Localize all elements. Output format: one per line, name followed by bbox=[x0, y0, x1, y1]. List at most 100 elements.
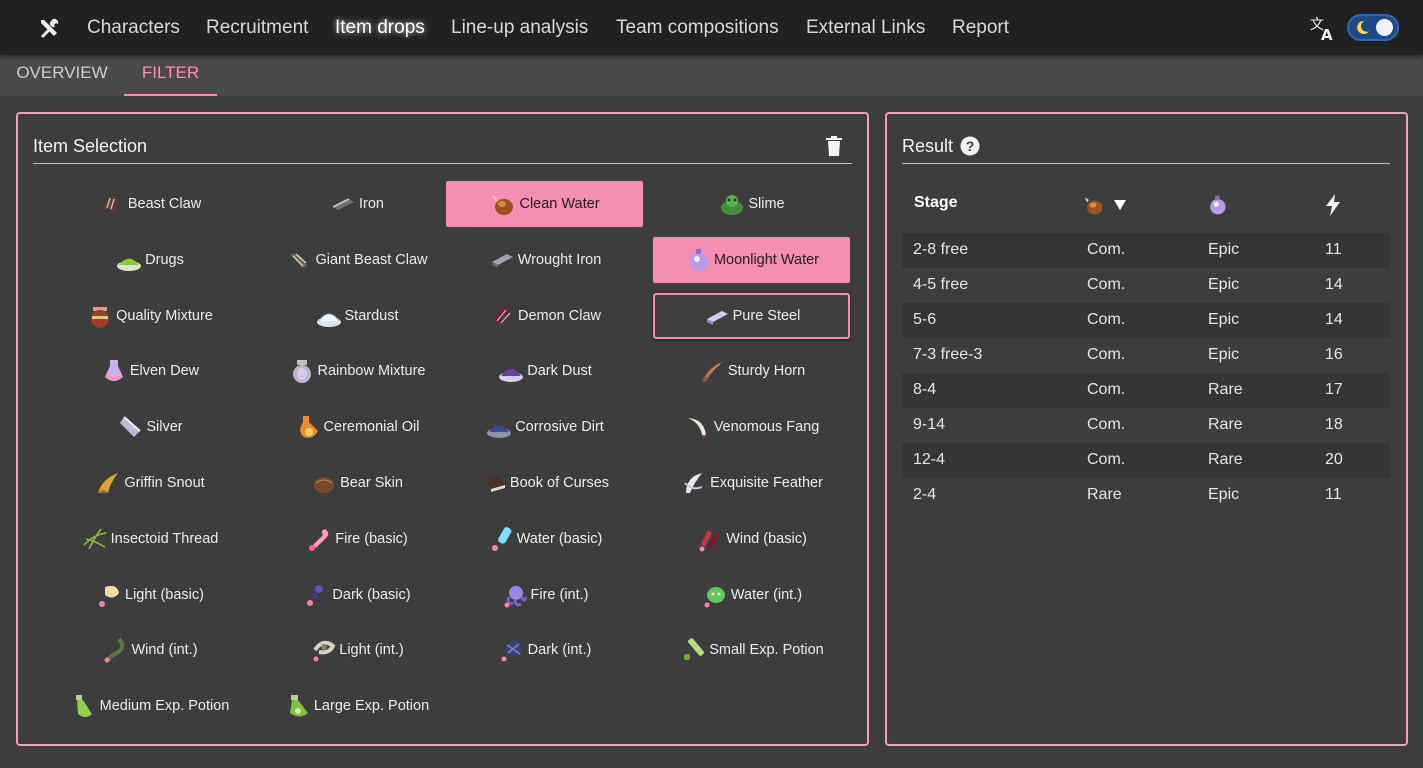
item-quality-mixture[interactable]: Quality Mixture bbox=[51, 293, 248, 339]
item-label: Fire (basic) bbox=[335, 530, 408, 547]
item-dark-basic[interactable]: Dark (basic) bbox=[258, 572, 455, 618]
item-bear-skin[interactable]: Bear Skin bbox=[258, 460, 455, 506]
wind-int-icon bbox=[104, 638, 125, 664]
item-ceremonial-oil[interactable]: Ceremonial Oil bbox=[258, 404, 455, 450]
top-nav-bar: Characters Recruitment Item drops Line-u… bbox=[0, 0, 1423, 55]
item-light-basic[interactable]: Light (basic) bbox=[51, 572, 248, 618]
item-book-of-curses[interactable]: Book of Curses bbox=[446, 460, 643, 506]
elven-dew-icon bbox=[104, 360, 123, 382]
item-demon-claw[interactable]: Demon Claw bbox=[446, 293, 643, 339]
nav-line-up-analysis[interactable]: Line-up analysis bbox=[451, 0, 588, 55]
item-slime[interactable]: Slime bbox=[653, 181, 850, 227]
moon-icon bbox=[1357, 20, 1370, 35]
column-header-stage[interactable]: Stage bbox=[914, 194, 958, 212]
item-dark-dust[interactable]: Dark Dust bbox=[446, 348, 643, 394]
item-rainbow-mixture[interactable]: Rainbow Mixture bbox=[258, 348, 455, 394]
item-wrought-iron[interactable]: Wrought Iron bbox=[446, 237, 643, 283]
dark-dust-icon bbox=[499, 369, 524, 383]
theme-toggle[interactable] bbox=[1347, 14, 1399, 41]
sort-descending-icon[interactable] bbox=[1113, 198, 1127, 212]
item-label: Light (basic) bbox=[125, 586, 204, 603]
moonlight-water-icon[interactable] bbox=[1205, 193, 1229, 217]
item-corrosive-dirt[interactable]: Corrosive Dirt bbox=[446, 404, 643, 450]
item-fire-basic[interactable]: Fire (basic) bbox=[258, 516, 455, 562]
giant-beast-claw-icon bbox=[290, 253, 308, 268]
cell-ap: 11 bbox=[1325, 486, 1342, 503]
cell-stage: 7-3 free-3 bbox=[913, 346, 983, 363]
item-elven-dew[interactable]: Elven Dew bbox=[51, 348, 248, 394]
help-icon[interactable]: ? bbox=[960, 136, 980, 156]
slime-icon bbox=[721, 195, 744, 215]
item-label: Large Exp. Potion bbox=[313, 698, 430, 715]
nav-team-compositions[interactable]: Team compositions bbox=[616, 0, 779, 55]
nav-report[interactable]: Report bbox=[952, 0, 1009, 55]
nav-item-drops[interactable]: Item drops bbox=[335, 0, 425, 55]
fire-int-icon bbox=[504, 585, 527, 608]
pure-steel-icon bbox=[706, 310, 728, 325]
item-pure-steel[interactable]: Pure Steel bbox=[653, 292, 850, 339]
light-basic-icon bbox=[99, 585, 119, 607]
item-selection-divider bbox=[33, 163, 852, 164]
clean-water-icon[interactable] bbox=[1082, 193, 1106, 217]
item-wind-int[interactable]: Wind (int.) bbox=[51, 627, 248, 673]
table-row[interactable]: 4-5 free Com. Epic 14 bbox=[902, 268, 1390, 303]
item-water-basic[interactable]: Water (basic) bbox=[446, 516, 643, 562]
trash-icon[interactable] bbox=[825, 136, 843, 156]
table-row[interactable]: 2-8 free Com. Epic 11 bbox=[902, 233, 1390, 268]
item-medium-exp-potion[interactable]: Medium Exp. Potion bbox=[51, 683, 248, 729]
translate-icon[interactable]: 文 A bbox=[1309, 14, 1337, 42]
item-exquisite-feather[interactable]: Exquisite Feather bbox=[653, 460, 850, 506]
item-giant-beast-claw[interactable]: Giant Beast Claw bbox=[258, 237, 455, 283]
cell-ap: 20 bbox=[1325, 451, 1343, 468]
table-row[interactable]: 9-14 Com. Rare 18 bbox=[902, 408, 1390, 443]
light-int-icon bbox=[313, 641, 336, 662]
nav-external-links[interactable]: External Links bbox=[806, 0, 925, 55]
item-label: Rainbow Mixture bbox=[317, 363, 426, 380]
iron-icon bbox=[332, 198, 354, 210]
item-label: Wind (int.) bbox=[131, 642, 198, 659]
item-insectoid-thread[interactable]: Insectoid Thread bbox=[51, 516, 248, 562]
item-venomous-fang[interactable]: Venomous Fang bbox=[653, 404, 850, 450]
moonlight-water-icon bbox=[689, 248, 708, 271]
lightning-icon[interactable] bbox=[1323, 194, 1343, 216]
large-exp-potion-icon bbox=[289, 695, 308, 717]
item-fire-int[interactable]: Fire (int.) bbox=[446, 572, 643, 618]
item-label: Quality Mixture bbox=[116, 307, 213, 324]
cell-moonlight-water-rarity: Epic bbox=[1208, 346, 1240, 363]
item-dark-int[interactable]: Dark (int.) bbox=[446, 627, 643, 673]
item-iron[interactable]: Iron bbox=[258, 181, 455, 227]
item-drugs[interactable]: Drugs bbox=[51, 237, 248, 283]
item-clean-water[interactable]: Clean Water bbox=[446, 181, 643, 227]
item-label: Moonlight Water bbox=[713, 251, 820, 268]
item-sturdy-horn[interactable]: Sturdy Horn bbox=[653, 348, 850, 394]
tools-icon[interactable] bbox=[37, 16, 61, 40]
item-label: Griffin Snout bbox=[124, 475, 205, 491]
item-beast-claw[interactable]: Beast Claw bbox=[51, 181, 248, 227]
table-row[interactable]: 2-4 Rare Epic 11 bbox=[902, 478, 1390, 513]
table-row[interactable]: 8-4 Com. Rare 17 bbox=[902, 373, 1390, 408]
beast-claw-icon bbox=[103, 195, 118, 212]
cell-clean-water-rarity: Com. bbox=[1087, 451, 1126, 468]
item-griffin-snout[interactable]: Griffin Snout bbox=[51, 460, 248, 506]
table-row[interactable]: 5-6 Com. Epic 14 bbox=[902, 303, 1390, 338]
water-basic-icon bbox=[491, 526, 512, 551]
item-light-int[interactable]: Light (int.) bbox=[258, 627, 455, 673]
item-stardust[interactable]: Stardust bbox=[258, 293, 455, 339]
table-row[interactable]: 7-3 free-3 Com. Epic 16 bbox=[902, 338, 1390, 373]
nav-characters[interactable]: Characters bbox=[87, 0, 180, 55]
item-silver[interactable]: Silver bbox=[51, 404, 248, 450]
item-small-exp-potion[interactable]: Small Exp. Potion bbox=[653, 627, 850, 673]
item-large-exp-potion[interactable]: Large Exp. Potion bbox=[258, 683, 455, 729]
item-wind-basic[interactable]: Wind (basic) bbox=[653, 516, 850, 562]
result-title: Result bbox=[902, 136, 954, 156]
item-moonlight-water[interactable]: Moonlight Water bbox=[653, 236, 850, 283]
tab-overview[interactable]: OVERVIEW bbox=[0, 55, 124, 96]
table-row[interactable]: 12-4 Com. Rare 20 bbox=[902, 443, 1390, 478]
item-label: Sturdy Horn bbox=[727, 363, 806, 380]
cell-stage: 12-4 bbox=[913, 451, 946, 468]
nav-recruitment[interactable]: Recruitment bbox=[206, 0, 308, 55]
tab-filter[interactable]: FILTER bbox=[124, 55, 217, 96]
silver-icon bbox=[120, 416, 142, 438]
item-water-int[interactable]: Water (int.) bbox=[653, 572, 850, 618]
item-label: Drugs bbox=[145, 251, 184, 268]
